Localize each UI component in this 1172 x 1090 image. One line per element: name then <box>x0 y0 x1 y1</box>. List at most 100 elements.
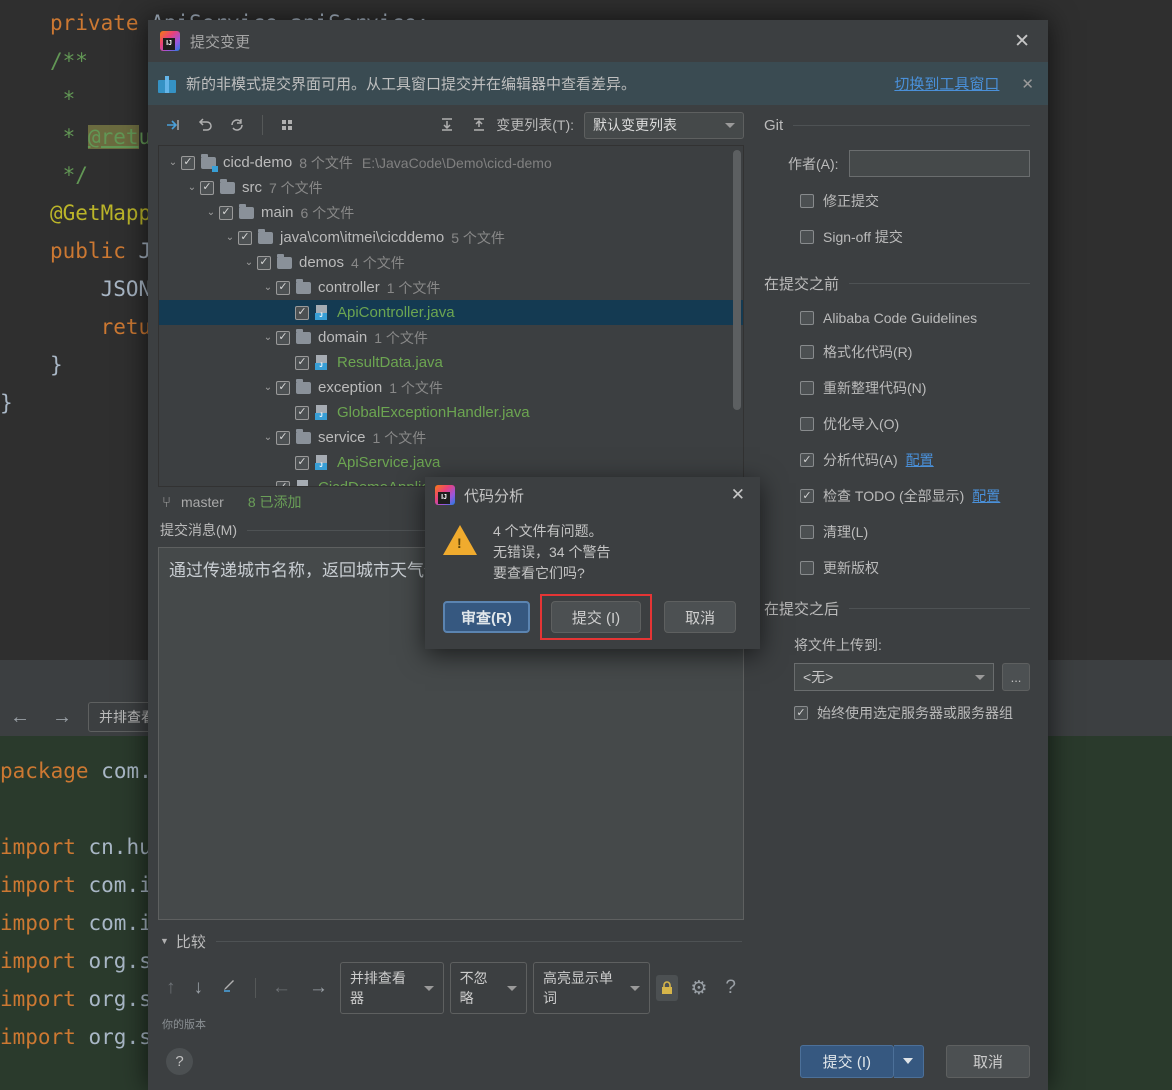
arrow-left-icon[interactable]: ← <box>266 975 297 1001</box>
tree-row[interactable]: ⌄ApiController.java <box>159 300 743 325</box>
tree-row[interactable]: ⌄ResultData.java <box>159 350 743 375</box>
checkbox[interactable] <box>800 230 814 244</box>
option-row[interactable]: 重新整理代码(N) <box>800 378 1030 398</box>
highlight-select[interactable]: 高亮显示单词 <box>532 962 650 1014</box>
viewer-select[interactable]: 并排查看器 <box>339 962 444 1014</box>
modal-cancel-button[interactable]: 取消 <box>664 601 737 633</box>
checkbox[interactable] <box>794 706 808 720</box>
option-row[interactable]: 检查 TODO (全部显示) 配置 <box>800 486 1030 506</box>
checkbox[interactable] <box>238 230 252 245</box>
chevron-down-icon[interactable]: ⌄ <box>260 382 276 393</box>
tree-scrollbar[interactable] <box>733 150 741 410</box>
checkbox[interactable] <box>800 194 814 208</box>
configure-link[interactable]: 配置 <box>906 450 934 470</box>
checkbox[interactable] <box>276 330 290 345</box>
chevron-down-icon[interactable]: ⌄ <box>241 257 257 268</box>
group-by-icon[interactable] <box>273 111 303 139</box>
checkbox[interactable] <box>257 255 271 270</box>
switch-to-tool-window-link[interactable]: 切换到工具窗口 <box>894 73 999 94</box>
checkbox[interactable] <box>181 155 195 170</box>
tree-row[interactable]: ⌄ src 7 个文件 <box>159 175 743 200</box>
chevron-down-icon[interactable]: ⌄ <box>165 157 181 168</box>
commit-button[interactable]: 提交 (I) <box>799 1044 894 1078</box>
tree-row[interactable]: ⌄ main 6 个文件 <box>159 200 743 225</box>
changes-tree[interactable]: ⌄ cicd-demo 8 个文件 E:\JavaCode\Demo\cicd-dem… <box>158 145 744 487</box>
browse-button[interactable]: ... <box>1002 663 1030 691</box>
tree-row[interactable]: ⌄ cicd-demo 8 个文件 E:\JavaCode\Demo\cicd-dem… <box>159 150 743 175</box>
tree-row[interactable]: ⌄ domain 1 个文件 <box>159 325 743 350</box>
modal-commit-button[interactable]: 提交 (I) <box>550 601 642 633</box>
checkbox[interactable] <box>276 280 290 295</box>
tree-row[interactable]: ⌄ exception 1 个文件 <box>159 375 743 400</box>
checkbox[interactable] <box>276 480 290 486</box>
tree-row[interactable]: ⌄GlobalExceptionHandler.java <box>159 400 743 425</box>
always-use-server-option[interactable]: 始终使用选定服务器或服务器组 <box>794 703 1030 723</box>
checkbox[interactable] <box>800 561 814 575</box>
cancel-button[interactable]: 取消 <box>945 1044 1030 1078</box>
option-row[interactable]: 修正提交 <box>800 191 1030 211</box>
tree-item-label: ApiService.java <box>337 454 441 471</box>
configure-link[interactable]: 配置 <box>972 486 1000 506</box>
checkbox[interactable] <box>295 405 309 420</box>
tree-row[interactable]: ⌄ java\com\itmei\cicddemo 5 个文件 <box>159 225 743 250</box>
checkbox[interactable] <box>219 205 233 220</box>
option-row[interactable]: Alibaba Code Guidelines <box>800 310 1030 326</box>
chevron-down-icon[interactable]: ⌄ <box>260 332 276 343</box>
compare-section-header[interactable]: ▼ 比较 <box>148 926 754 956</box>
review-button[interactable]: 审查(R) <box>443 601 530 633</box>
collapse-all-icon[interactable] <box>464 111 494 139</box>
arrow-right-icon[interactable]: → <box>303 975 334 1001</box>
option-row[interactable]: Sign-off 提交 <box>800 227 1030 247</box>
help-icon[interactable]: ? <box>719 975 742 1001</box>
tree-row[interactable]: ⌄ controller 1 个文件 <box>159 275 743 300</box>
collapse-to-selection-icon[interactable] <box>158 111 188 139</box>
option-row[interactable]: 优化导入(O) <box>800 414 1030 434</box>
diff-next-icon[interactable]: → <box>46 706 78 729</box>
close-icon[interactable]: ✕ <box>1008 28 1036 55</box>
revert-icon[interactable] <box>190 111 220 139</box>
ignore-select[interactable]: 不忽略 <box>449 962 527 1014</box>
author-input[interactable] <box>848 150 1030 177</box>
option-row[interactable]: 更新版权 <box>800 558 1030 578</box>
commit-dropdown-button[interactable] <box>893 1044 924 1078</box>
checkbox[interactable] <box>276 430 290 445</box>
chevron-down-icon[interactable]: ⌄ <box>260 432 276 443</box>
tree-row[interactable]: ⌄ApiService.java <box>159 450 743 475</box>
notification-close-icon[interactable]: ✕ <box>1017 75 1038 93</box>
upload-target-select[interactable]: <无> <box>794 663 994 691</box>
tree-row[interactable]: ⌄ service 1 个文件 <box>159 425 743 450</box>
lock-icon[interactable] <box>655 975 679 1001</box>
option-row[interactable]: 清理(L) <box>800 522 1030 542</box>
checkbox[interactable] <box>800 489 814 503</box>
checkbox[interactable] <box>200 180 214 195</box>
option-row[interactable]: 分析代码(A) 配置 <box>800 450 1030 470</box>
changelist-select[interactable]: 默认变更列表 <box>584 111 744 139</box>
diff-prev-icon[interactable]: ← <box>4 706 36 729</box>
checkbox[interactable] <box>800 381 814 395</box>
help-icon[interactable]: ? <box>166 1047 193 1075</box>
gear-icon[interactable]: ⚙ <box>684 975 713 1002</box>
option-row[interactable]: 格式化代码(R) <box>800 342 1030 362</box>
chevron-down-icon[interactable]: ⌄ <box>260 282 276 293</box>
refresh-icon[interactable] <box>222 111 252 139</box>
close-icon[interactable]: ✕ <box>726 483 750 507</box>
tree-row[interactable]: ⌄ demos 4 个文件 <box>159 250 743 275</box>
chevron-down-icon[interactable]: ⌄ <box>203 207 219 218</box>
checkbox[interactable] <box>295 355 309 370</box>
option-label: Alibaba Code Guidelines <box>823 310 978 326</box>
checkbox[interactable] <box>295 305 309 320</box>
chevron-down-icon[interactable]: ⌄ <box>184 182 200 193</box>
checkbox[interactable] <box>800 525 814 539</box>
arrow-up-icon[interactable]: ↑ <box>160 975 182 1001</box>
expand-all-icon[interactable] <box>432 111 462 139</box>
arrow-down-icon[interactable]: ↓ <box>188 975 210 1001</box>
checkbox[interactable] <box>800 311 814 325</box>
chevron-down-icon[interactable]: ⌄ <box>222 232 238 243</box>
edit-icon[interactable] <box>215 974 245 1002</box>
checkbox[interactable] <box>800 417 814 431</box>
checkbox[interactable] <box>295 455 309 470</box>
checkbox[interactable] <box>800 345 814 359</box>
checkbox[interactable] <box>276 380 290 395</box>
option-label: Sign-off 提交 <box>823 229 903 245</box>
checkbox[interactable] <box>800 453 814 467</box>
